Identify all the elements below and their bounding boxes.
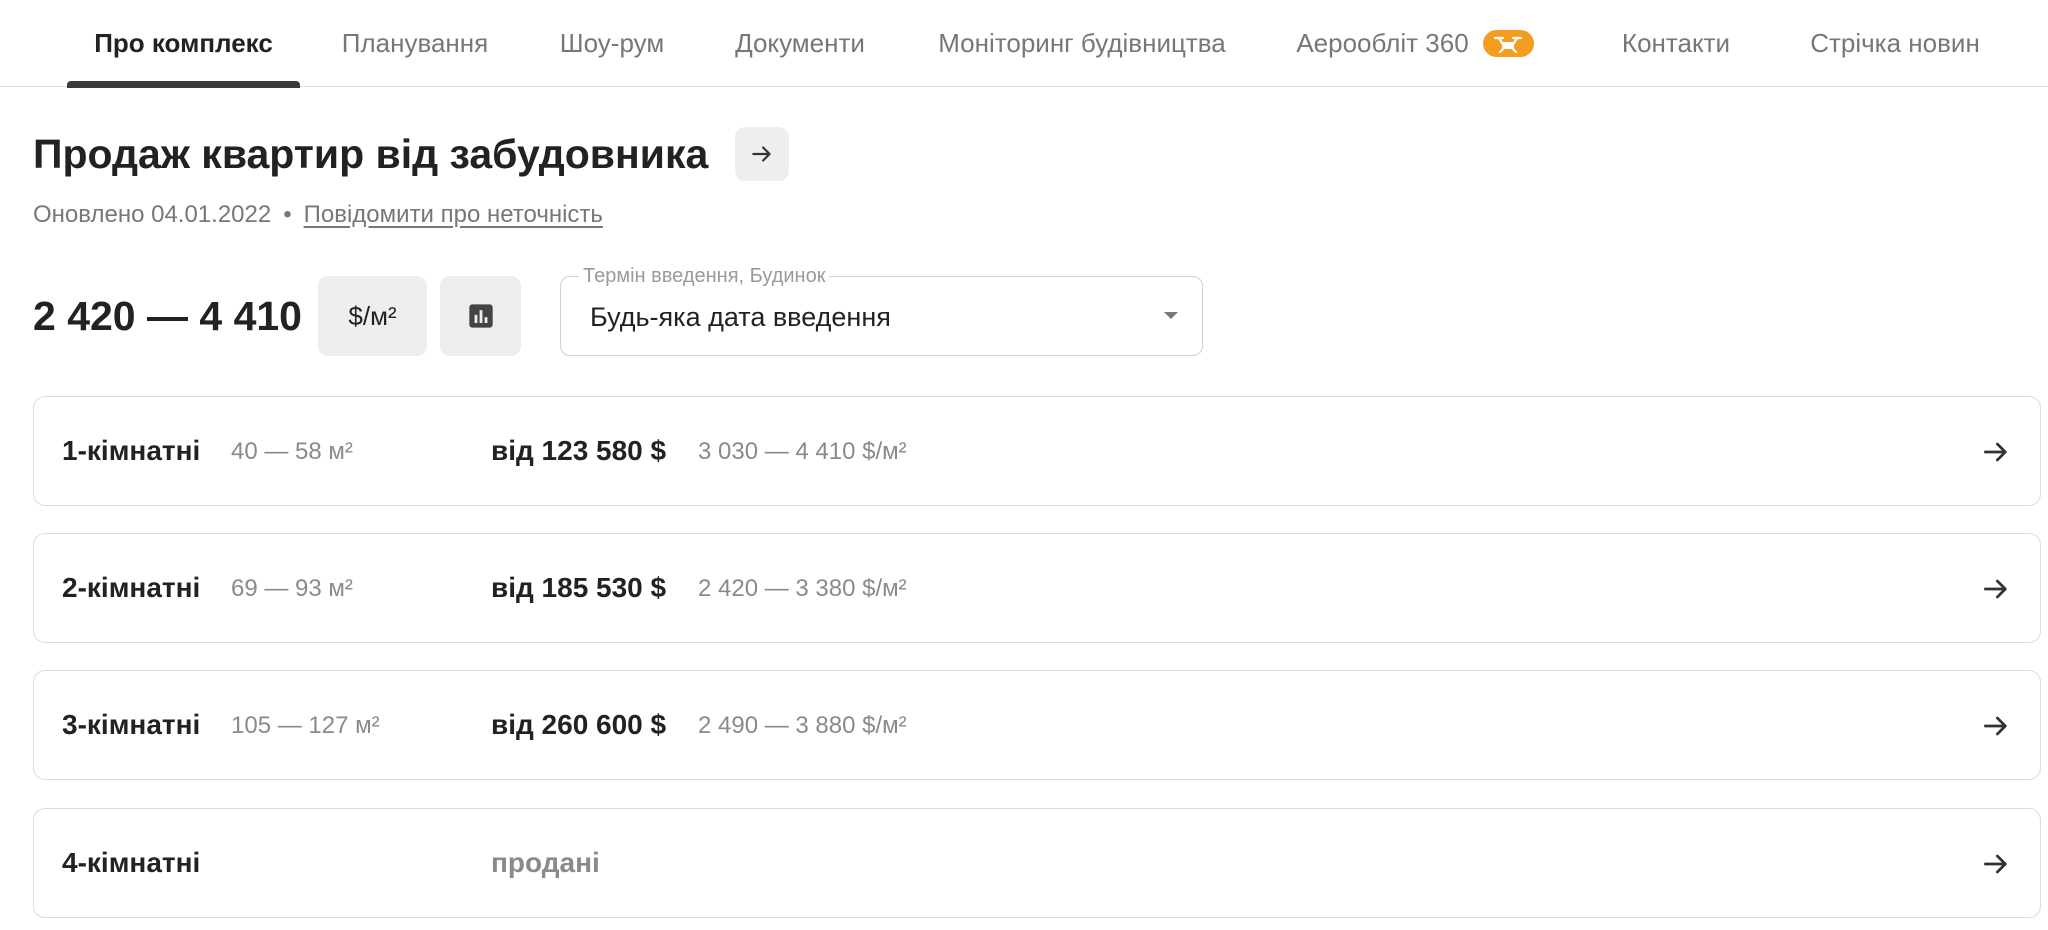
bar-chart-icon [468, 304, 493, 328]
open-sales-button[interactable] [735, 127, 789, 181]
room-price-per-sqm: 3 030 — 4 410 $/м² [698, 438, 907, 465]
tab-bar: Про комплекс Планування Шоу-рум Документ… [0, 0, 2048, 88]
room-area: 105 — 127 м² [231, 712, 380, 739]
room-sold-status: продані [491, 847, 600, 878]
select-legend: Термін введення, Будинок [579, 264, 830, 288]
tab-label: Шоу-рум [559, 28, 665, 58]
room-price: від 260 600 $ [491, 709, 667, 740]
room-name: 1-кімнатні [62, 435, 201, 466]
room-price-per-sqm: 2 490 — 3 880 $/м² [698, 712, 907, 739]
room-area: 40 — 58 м² [231, 438, 353, 465]
meta-separator: • [283, 201, 292, 228]
tab-label: Планування [341, 28, 489, 58]
tab-documents[interactable]: Документи [718, 0, 882, 87]
tab-showroom[interactable]: Шоу-рум [540, 0, 684, 87]
room-name: 4-кімнатні [62, 847, 201, 878]
room-name: 3-кімнатні [62, 709, 201, 740]
tab-label: Про комплекс [94, 28, 273, 58]
price-unit-label: $/м² [348, 300, 397, 331]
price-unit-button[interactable]: $/м² [318, 276, 427, 356]
price-chart-button[interactable] [440, 276, 521, 356]
room-name: 2-кімнатні [62, 572, 201, 603]
page-title: Продаж квартир від забудовника [33, 131, 709, 177]
tab-label: Аерообліт 360 [1296, 28, 1469, 58]
completion-date-select[interactable]: Термін введення, Будинок Будь-яка дата в… [560, 264, 1203, 356]
arrow-right-icon [752, 146, 771, 162]
room-card-1[interactable]: 1-кімнатні 40 — 58 м² від 123 580 $ 3 03… [33, 396, 2041, 506]
tab-construction-monitoring[interactable]: Моніторинг будівництва [917, 0, 1247, 87]
tab-label: Стрічка новин [1810, 28, 1980, 58]
tab-layouts[interactable]: Планування [324, 0, 506, 87]
select-value: Будь-яка дата введення [590, 302, 891, 332]
update-info-row: Оновлено 04.01.2022 • Повідомити про неточ… [33, 199, 603, 231]
tab-label: Контакти [1621, 28, 1731, 58]
tab-contacts[interactable]: Контакти [1592, 0, 1760, 87]
arrow-right-icon [1984, 716, 2007, 736]
tab-label: Документи [735, 28, 865, 58]
report-inaccuracy-link[interactable]: Повідомити про неточність [304, 201, 603, 228]
tab-aerial-360[interactable]: Аерообліт 360 [1281, 0, 1549, 87]
room-price: від 185 530 $ [491, 572, 667, 603]
room-area: 69 — 93 м² [231, 575, 353, 602]
drone-icon [1494, 36, 1523, 53]
tab-news-feed[interactable]: Стрічка новин [1795, 0, 1995, 87]
room-card-2[interactable]: 2-кімнатні 69 — 93 м² від 185 530 $ 2 42… [33, 533, 2041, 643]
updated-date: Оновлено 04.01.2022 [33, 201, 272, 228]
caret-down-icon [1164, 312, 1178, 319]
arrow-right-icon [1984, 579, 2007, 599]
room-price: від 123 580 $ [491, 435, 667, 466]
room-card-4[interactable]: 4-кімнатні продані [33, 808, 2041, 918]
room-price-per-sqm: 2 420 — 3 380 $/м² [698, 575, 907, 602]
arrow-right-icon [1984, 442, 2007, 462]
price-range: 2 420 — 4 410 [33, 293, 302, 339]
tab-about-complex[interactable]: Про комплекс [67, 0, 300, 88]
arrow-right-icon [1984, 854, 2007, 874]
drone-badge [1482, 30, 1534, 57]
tab-label: Моніторинг будівництва [938, 28, 1226, 58]
room-card-3[interactable]: 3-кімнатні 105 — 127 м² від 260 600 $ 2 … [33, 670, 2041, 780]
